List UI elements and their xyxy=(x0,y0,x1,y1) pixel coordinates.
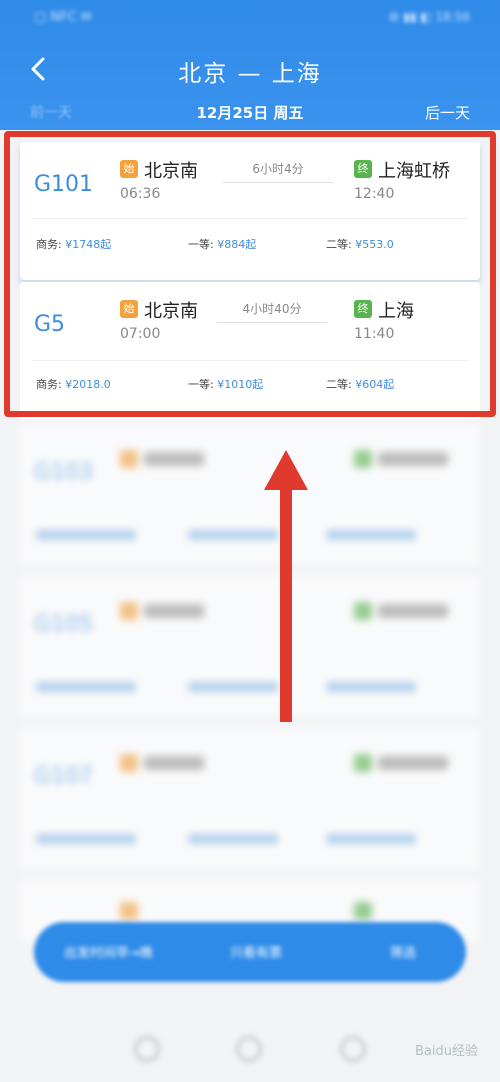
station-placeholder xyxy=(144,756,204,770)
price-placeholder xyxy=(36,682,136,692)
terminal-tag-icon xyxy=(354,754,372,772)
train-number: G105 xyxy=(34,612,94,637)
price-placeholder xyxy=(326,682,416,692)
train-card[interactable]: G105 xyxy=(20,576,480,716)
only-available-button[interactable]: 只看有票 xyxy=(230,942,282,961)
filter-button[interactable]: 筛选 xyxy=(390,942,416,961)
highlight-box xyxy=(4,131,496,417)
status-left: ▢ NFC ✉ xyxy=(34,10,92,25)
sort-departure-button[interactable]: 出发时间早→晚 xyxy=(64,942,153,961)
station-placeholder xyxy=(378,756,448,770)
station-placeholder xyxy=(144,604,204,618)
train-card[interactable]: G107 xyxy=(20,728,480,868)
nav-home-icon[interactable] xyxy=(236,1036,262,1062)
date-selector: 前一天 12月25日 周五 后一天 xyxy=(0,102,500,124)
origin-tag-icon xyxy=(120,754,138,772)
route-title: 北京 — 上海 xyxy=(178,61,322,87)
origin-tag-icon xyxy=(120,602,138,620)
train-number: G103 xyxy=(34,460,94,485)
price-placeholder xyxy=(36,834,136,844)
origin-tag-icon xyxy=(120,902,138,920)
status-bar: ▢ NFC ✉ ⚙ ▮▮ ◧ 18:56 xyxy=(0,0,500,36)
price-placeholder xyxy=(326,834,416,844)
next-day-button[interactable]: 后一天 xyxy=(425,102,470,123)
origin-tag-icon xyxy=(120,450,138,468)
station-placeholder xyxy=(378,604,448,618)
app-header: ▢ NFC ✉ ⚙ ▮▮ ◧ 18:56 北京 — 上海 前一天 12月25日 … xyxy=(0,0,500,130)
blurred-train-list: G103 G105 G107 xyxy=(0,420,500,1082)
train-number: G107 xyxy=(34,764,94,789)
terminal-tag-icon xyxy=(354,450,372,468)
nav-recent-icon[interactable] xyxy=(340,1036,366,1062)
status-right: ⚙ ▮▮ ◧ 18:56 xyxy=(388,10,470,24)
station-placeholder xyxy=(378,452,448,466)
arrow-up-icon xyxy=(264,450,308,722)
nav-back-icon[interactable] xyxy=(134,1036,160,1062)
watermark-text: Baidu经验 xyxy=(415,1044,478,1059)
train-card[interactable]: G103 xyxy=(20,424,480,564)
price-placeholder xyxy=(326,530,416,540)
price-placeholder xyxy=(36,530,136,540)
filter-bar: 出发时间早→晚 只看有票 筛选 xyxy=(34,922,466,982)
price-placeholder xyxy=(188,834,278,844)
terminal-tag-icon xyxy=(354,602,372,620)
terminal-tag-icon xyxy=(354,902,372,920)
station-placeholder xyxy=(144,452,204,466)
